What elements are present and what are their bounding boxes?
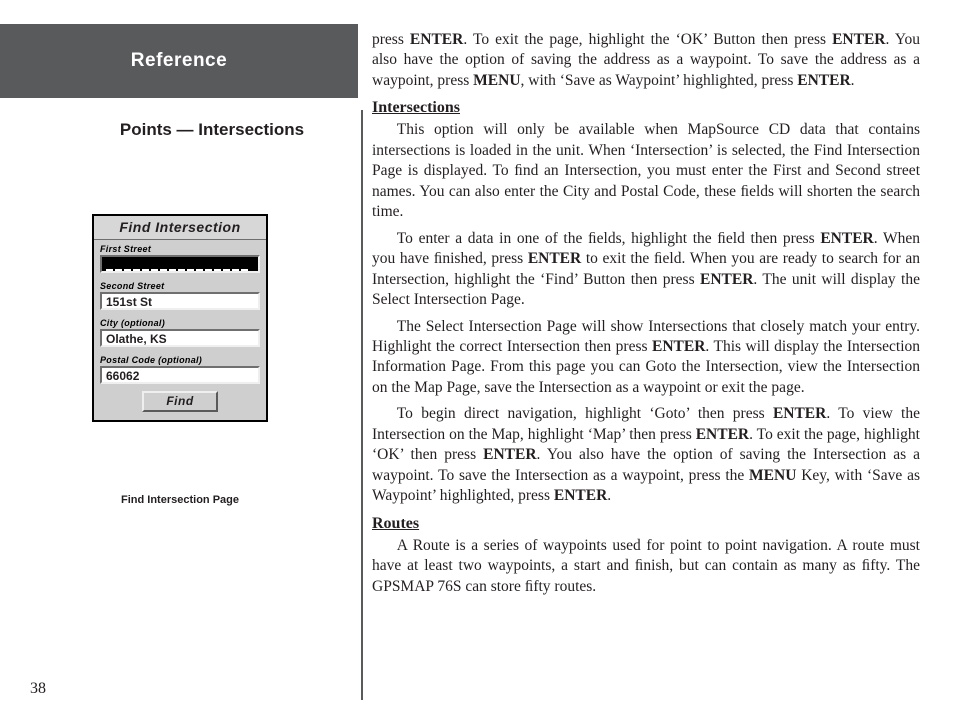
paragraph-intersections-4: To begin direct navigation, highlight ‘G…: [372, 404, 920, 506]
heading-intersections: Intersections: [372, 97, 920, 118]
heading-routes: Routes: [372, 513, 920, 534]
label-city: City (optional): [94, 314, 266, 329]
find-button: Find: [142, 391, 217, 412]
section-title: Points — Intersections: [66, 120, 358, 140]
paragraph-routes: A Route is a series of waypoints used fo…: [372, 536, 920, 597]
label-postal: Postal Code (optional): [94, 351, 266, 366]
paragraph-intersections-3: The Select Intersection Page will show I…: [372, 317, 920, 399]
paragraph-intersections-2: To enter a data in one of the ﬁelds, hig…: [372, 229, 920, 311]
body-text: press ENTER. To exit the page, highlight…: [372, 30, 920, 603]
manual-page: Reference Points — Intersections Find In…: [0, 0, 954, 716]
paragraph-lead: press ENTER. To exit the page, highlight…: [372, 30, 920, 91]
page-number: 38: [30, 680, 46, 698]
device-header: Find Intersection: [94, 216, 266, 240]
label-first-street: First Street: [94, 240, 266, 255]
device-caption: Find Intersection Page: [92, 494, 268, 506]
column-divider: [361, 110, 363, 700]
banner-title: Reference: [131, 50, 227, 72]
field-second-street: 151st St: [100, 292, 260, 310]
device-screenshot: Find Intersection First Street Second St…: [92, 214, 268, 422]
field-postal: 66062: [100, 366, 260, 384]
field-first-street: [100, 255, 260, 273]
field-city: Olathe, KS: [100, 329, 260, 347]
reference-banner: Reference: [0, 24, 358, 98]
label-second-street: Second Street: [94, 277, 266, 292]
device-button-row: Find: [94, 388, 266, 412]
paragraph-intersections-1: This option will only be available when …: [372, 120, 920, 222]
